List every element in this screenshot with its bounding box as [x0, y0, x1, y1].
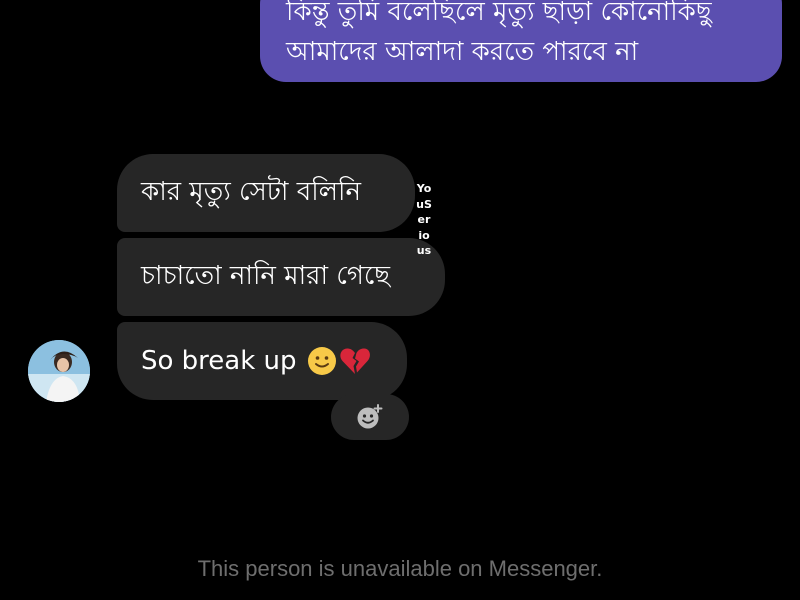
avatar[interactable] [28, 340, 90, 402]
sent-message-line-2: আমাদের আলাদা করতে পারবে না [286, 37, 639, 67]
received-message-bubble[interactable]: কার মৃত্যু সেটা বলিনি [117, 154, 415, 232]
unavailable-status: This person is unavailable on Messenger. [197, 556, 603, 581]
profile-photo [28, 340, 90, 402]
broken-heart-icon [339, 348, 370, 374]
received-message-bubble[interactable]: So break up [117, 322, 407, 400]
slightly-smiling-face-icon [307, 347, 336, 375]
add-reaction-button[interactable] [331, 394, 409, 440]
received-message-bubble[interactable]: চাচাতো নানি মারা গেছে [117, 238, 445, 316]
received-message-text: So break up [141, 346, 297, 376]
add-reaction-icon [357, 404, 383, 429]
sent-message-line-1: কিন্তু তুমি বলেছিলে মৃত্যু ছাড়া কোনোকিছ… [286, 0, 712, 27]
sent-message-bubble[interactable]: কিন্তু তুমি বলেছিলে মৃত্যু ছাড়া কোনোকিছ… [260, 0, 782, 82]
message-emojis [307, 346, 371, 376]
received-message-text: কার মৃত্যু সেটা বলিনি [141, 177, 361, 207]
received-message-text: চাচাতো নানি মারা গেছে [141, 261, 391, 291]
chat-screen: কিন্তু তুমি বলেছিলে মৃত্যু ছাড়া কোনোকিছ… [0, 0, 800, 600]
watermark-text: YouSerious [416, 182, 432, 257]
